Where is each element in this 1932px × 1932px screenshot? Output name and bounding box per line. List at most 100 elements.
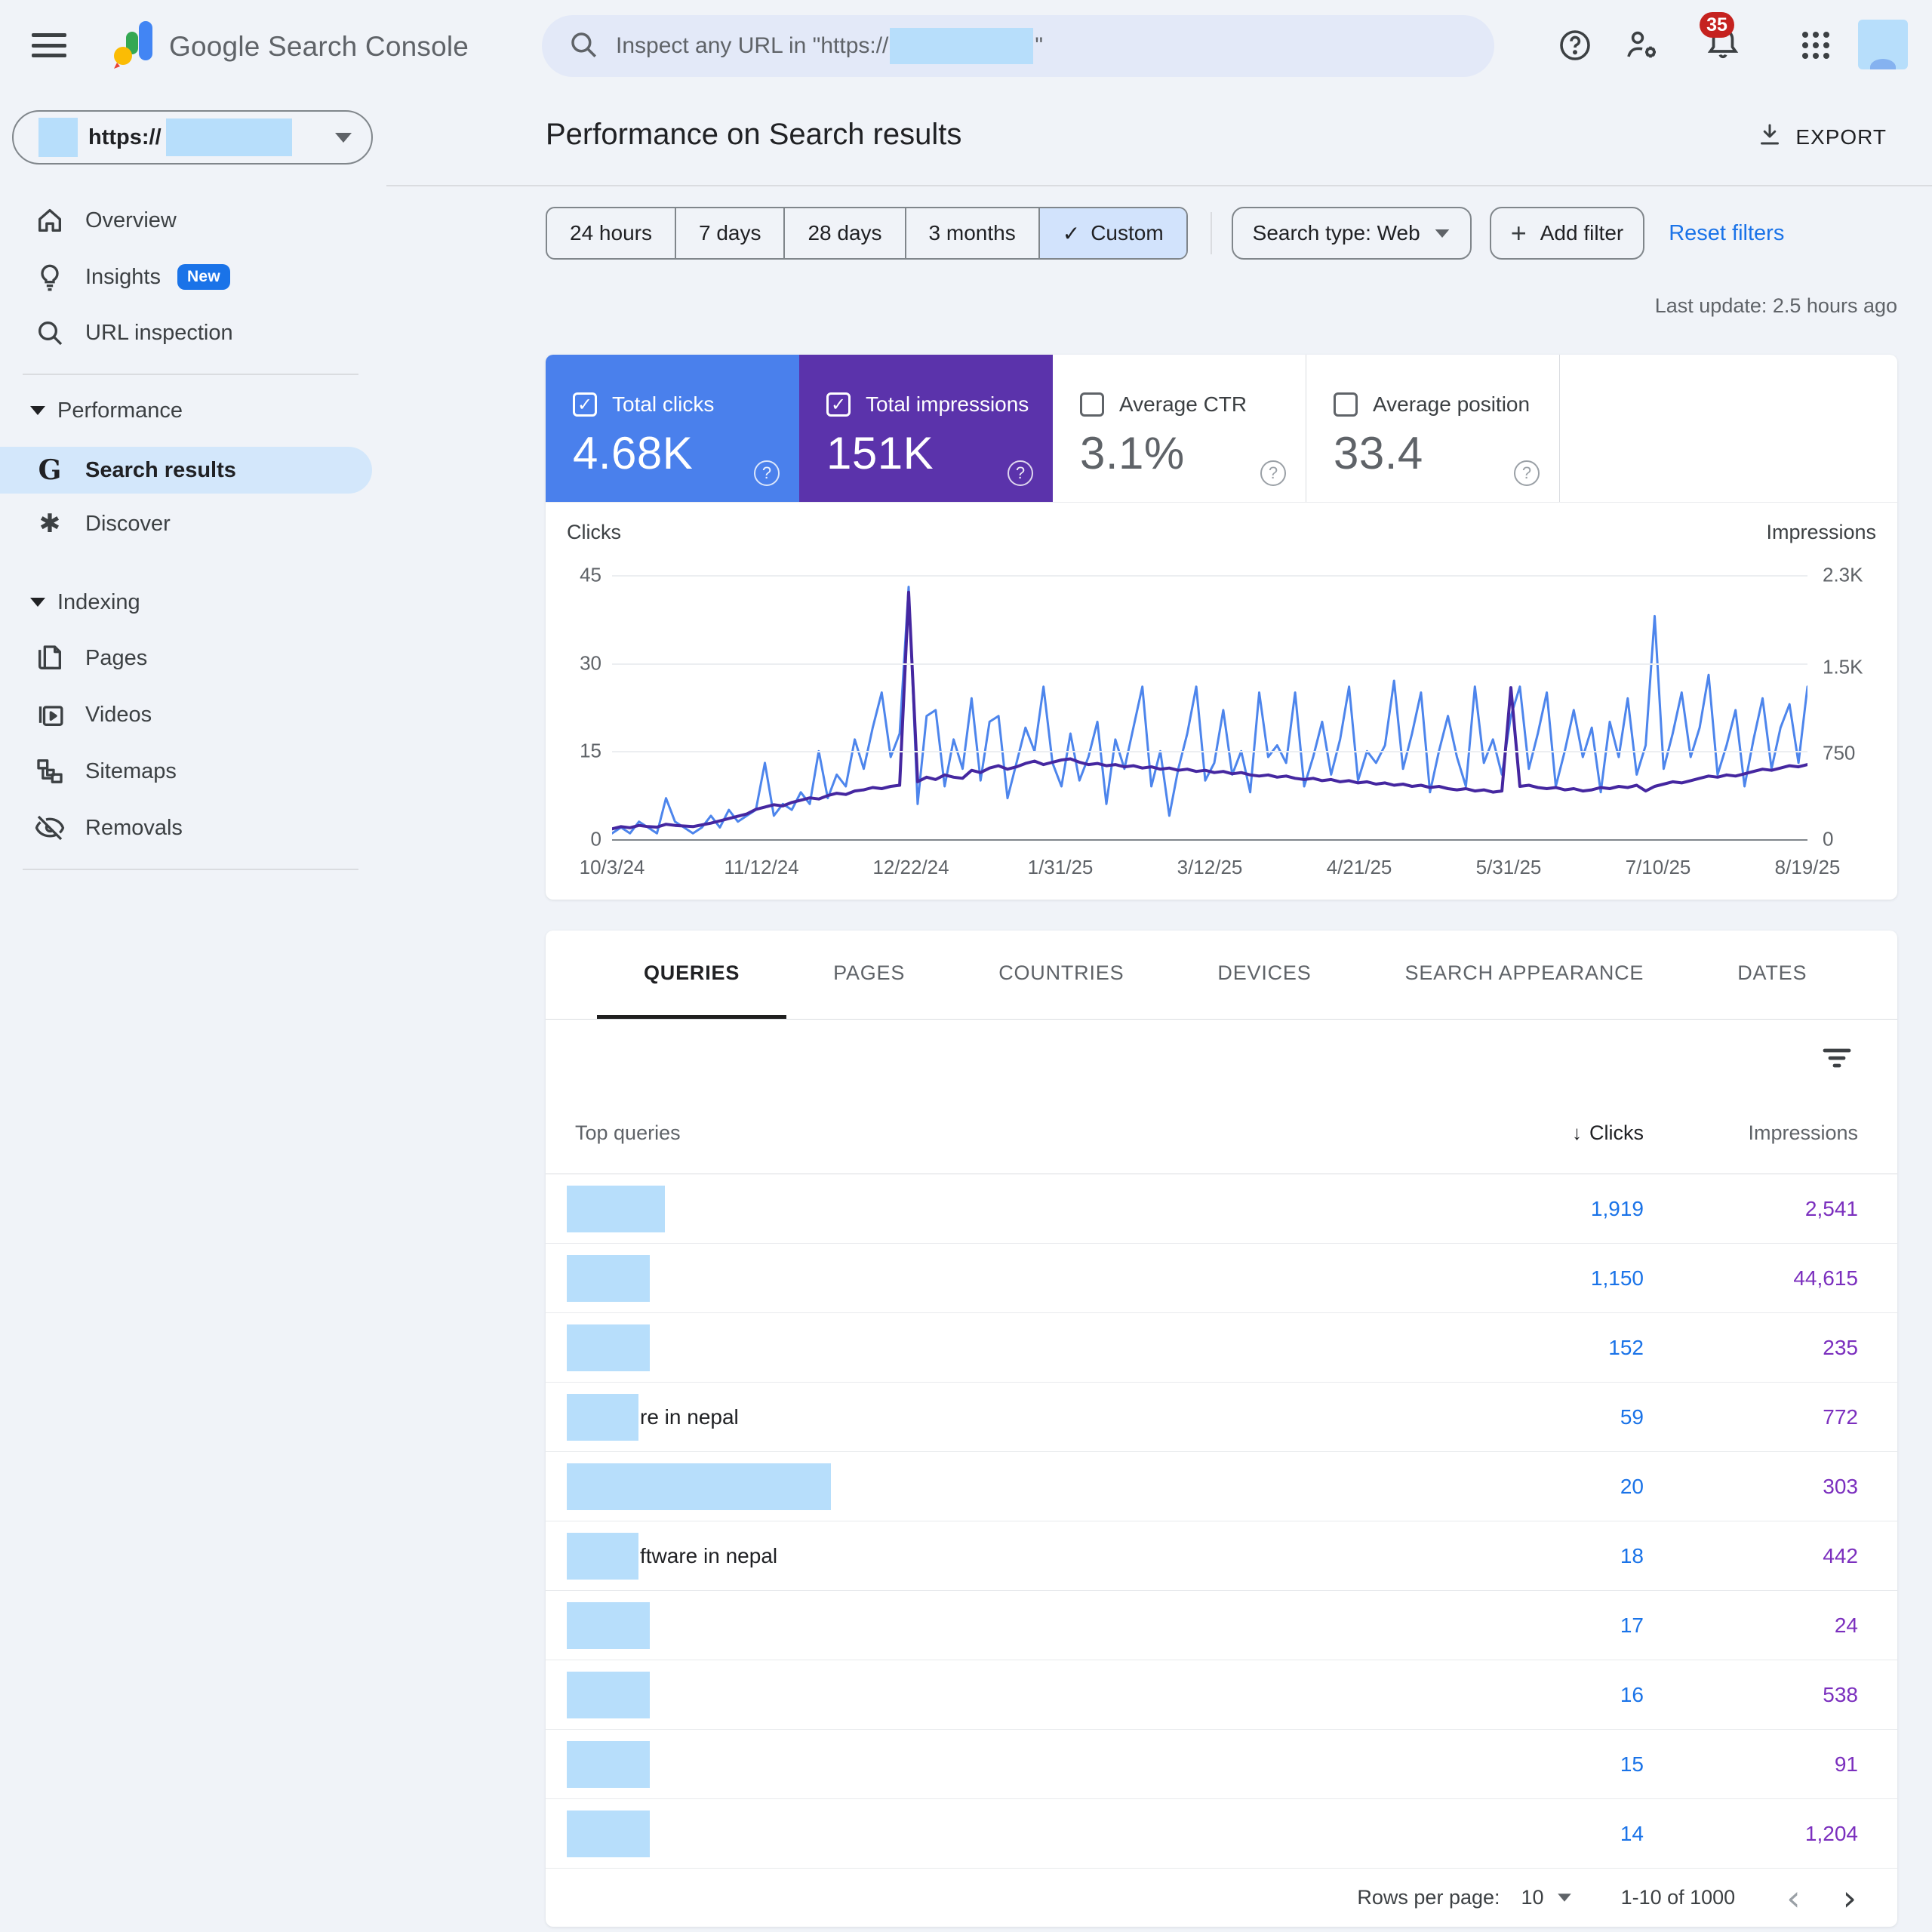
next-page-button[interactable]: › <box>1835 1881 1864 1915</box>
tab-pages[interactable]: PAGES <box>786 931 952 1019</box>
sidebar-item-overview[interactable]: Overview <box>0 197 372 244</box>
sidebar-item-url-inspection[interactable]: URL inspection <box>0 309 372 356</box>
filters-row: 24 hours 7 days 28 days 3 months ✓ Custom Sea… <box>546 207 1784 260</box>
reset-filters-link[interactable]: Reset filters <box>1669 221 1784 246</box>
query-cell: ftware in nepal <box>567 1532 1523 1580</box>
table-row[interactable]: re in nepal 59 772 <box>546 1383 1897 1452</box>
notifications-bell[interactable]: 35 <box>1700 12 1749 72</box>
tab-countries[interactable]: COUNTRIES <box>952 931 1171 1019</box>
table-row[interactable]: 1,150 44,615 <box>546 1244 1897 1313</box>
sidebar-item-discover[interactable]: ✱ Discover <box>0 500 372 547</box>
section-performance[interactable]: Performance <box>0 387 372 434</box>
tab-dates[interactable]: DATES <box>1690 931 1854 1019</box>
table-filter-icon[interactable] <box>1819 1038 1855 1075</box>
url-inspect-search-bar[interactable]: Inspect any URL in "https://" <box>542 15 1494 77</box>
x-axis-tick: 11/12/24 <box>724 856 799 878</box>
sidebar-item-insights[interactable]: Insights New <box>0 254 372 300</box>
date-range-7-days[interactable]: 7 days <box>674 208 784 258</box>
sidebar-item-removals[interactable]: Removals <box>0 804 372 851</box>
impressions-value: 24 <box>1834 1613 1858 1637</box>
add-filter-button[interactable]: + Add filter <box>1489 207 1645 260</box>
clicks-value: 16 <box>1620 1682 1644 1706</box>
apps-grid-icon[interactable] <box>1798 27 1834 63</box>
tab-search-appearance[interactable]: SEARCH APPEARANCE <box>1358 931 1691 1019</box>
clicks-value: 59 <box>1620 1404 1644 1429</box>
redacted-query <box>567 1324 650 1371</box>
chart-gridline <box>612 839 1807 841</box>
property-selector[interactable]: https:// <box>12 110 373 165</box>
sidebar-item-search-results[interactable]: G Search results <box>0 447 372 494</box>
metric-card-average-position[interactable]: Average position 33.4? <box>1306 355 1560 502</box>
sidebar-item-sitemaps[interactable]: Sitemaps <box>0 748 372 795</box>
x-axis-tick: 8/19/25 <box>1774 856 1841 878</box>
query-cell <box>567 1185 1523 1232</box>
user-settings-icon[interactable] <box>1624 27 1660 63</box>
rows-per-page-select[interactable]: 10 <box>1521 1886 1573 1909</box>
metric-card-total-impressions[interactable]: ✓ Total impressions 151K? <box>799 355 1053 502</box>
app-logo[interactable]: Google Search Console <box>110 18 469 75</box>
x-axis-tick: 4/21/25 <box>1326 856 1392 878</box>
checkbox-checked-icon[interactable]: ✓ <box>826 392 851 417</box>
metric-card-total-clicks[interactable]: ✓ Total clicks 4.68K? <box>546 355 799 502</box>
help-icon[interactable]: ? <box>1514 460 1540 486</box>
chart-line-clicks <box>612 586 1807 835</box>
checkbox-checked-icon[interactable]: ✓ <box>573 392 597 417</box>
sidebar-item-videos[interactable]: Videos <box>0 691 372 738</box>
section-indexing[interactable]: Indexing <box>0 579 372 626</box>
x-axis-tick: 5/31/25 <box>1475 856 1542 878</box>
checkbox-unchecked-icon[interactable] <box>1334 392 1358 417</box>
table-row[interactable]: 14 1,204 <box>546 1799 1897 1869</box>
help-icon[interactable] <box>1557 27 1593 63</box>
chevron-down-icon <box>1435 229 1450 238</box>
clicks-value: 17 <box>1620 1613 1644 1637</box>
help-icon[interactable]: ? <box>1260 460 1286 486</box>
property-favicon-redacted <box>38 118 78 157</box>
sidebar-item-pages[interactable]: Pages <box>0 635 372 681</box>
help-icon[interactable]: ? <box>1008 460 1033 486</box>
impressions-value: 44,615 <box>1793 1266 1858 1290</box>
search-type-dropdown[interactable]: Search type: Web <box>1231 207 1472 260</box>
asterisk-icon: ✱ <box>38 509 61 538</box>
date-range-28-days[interactable]: 28 days <box>783 208 904 258</box>
export-button[interactable]: EXPORT <box>1756 121 1887 153</box>
redacted-query <box>567 1254 650 1302</box>
query-cell <box>567 1740 1523 1788</box>
table-row[interactable]: 152 235 <box>546 1313 1897 1383</box>
table-row[interactable]: 20 303 <box>546 1452 1897 1521</box>
left-axis-tick: 45 <box>580 563 601 586</box>
metric-card-average-ctr[interactable]: Average CTR 3.1%? <box>1053 355 1306 502</box>
table-row[interactable]: ftware in nepal 18 442 <box>546 1521 1897 1591</box>
table-row[interactable]: 15 91 <box>546 1730 1897 1799</box>
date-range-3-months[interactable]: 3 months <box>904 208 1038 258</box>
column-impressions[interactable]: Impressions <box>1644 1121 1858 1145</box>
eye-off-icon <box>35 813 65 843</box>
left-axis-tick: 0 <box>590 827 601 851</box>
date-range-24-hours[interactable]: 24 hours <box>547 208 675 258</box>
google-search-console-app: Google Search Console Inspect any URL in… <box>0 0 1932 1932</box>
impressions-value: 235 <box>1823 1335 1858 1359</box>
query-cell <box>567 1254 1523 1302</box>
column-top-queries[interactable]: Top queries <box>575 1121 1523 1145</box>
help-icon[interactable]: ? <box>754 460 780 486</box>
previous-page-button[interactable]: ‹ <box>1779 1881 1807 1915</box>
section-collapse-icon <box>30 598 45 607</box>
avatar[interactable] <box>1858 20 1908 69</box>
clicks-value: 152 <box>1608 1335 1644 1359</box>
table-row[interactable]: 1,919 2,541 <box>546 1174 1897 1244</box>
hamburger-menu-icon[interactable] <box>32 33 66 57</box>
tab-devices[interactable]: DEVICES <box>1171 931 1358 1019</box>
right-axis-tick: 2.3K <box>1823 563 1863 586</box>
checkbox-unchecked-icon[interactable] <box>1080 392 1104 417</box>
chart-gridline <box>612 663 1807 665</box>
sort-descending-icon: ↓ <box>1572 1121 1582 1144</box>
date-range-custom[interactable]: ✓ Custom <box>1038 208 1186 258</box>
lightbulb-icon <box>35 262 65 292</box>
impressions-value: 2,541 <box>1804 1196 1858 1220</box>
table-row[interactable]: 16 538 <box>546 1660 1897 1730</box>
column-clicks-sorted[interactable]: ↓ Clicks <box>1523 1121 1644 1145</box>
query-cell <box>567 1671 1523 1718</box>
tab-queries[interactable]: QUERIES <box>597 931 787 1019</box>
header-divider <box>386 185 1932 186</box>
table-row[interactable]: 17 24 <box>546 1591 1897 1660</box>
query-cell <box>567 1601 1523 1649</box>
